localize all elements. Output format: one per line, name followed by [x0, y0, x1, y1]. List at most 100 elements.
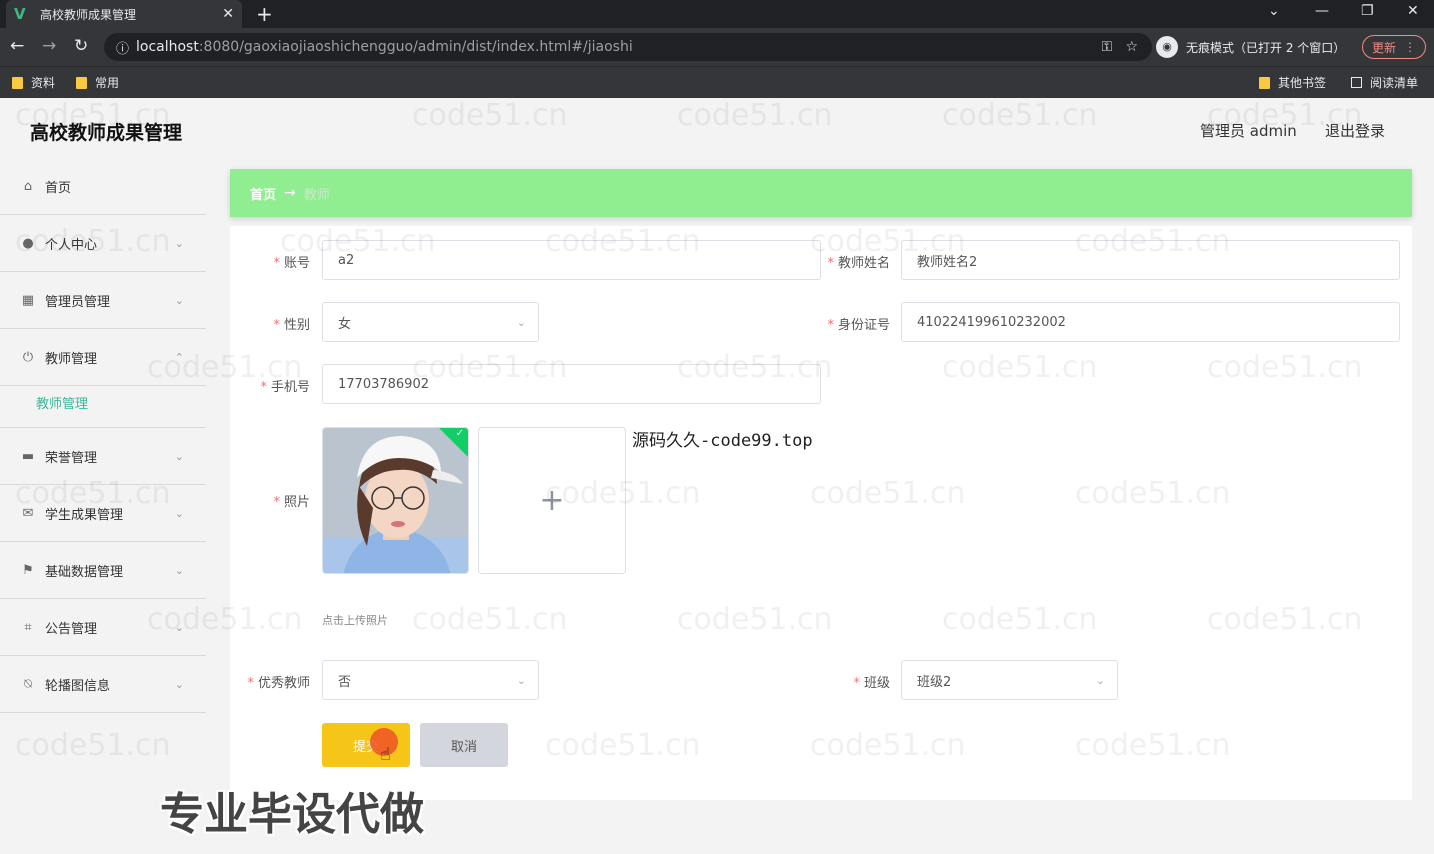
sidebar-item-label: 公告管理 — [45, 621, 98, 637]
sidebar-item-home[interactable]: ⌂ 首页 — [0, 158, 206, 215]
gender-value: 女 — [338, 316, 352, 332]
id-card-field[interactable]: 410224199610232002 — [901, 302, 1400, 342]
gender-select[interactable]: 女 ⌄ — [322, 302, 539, 342]
url-path: :8080/gaoxiaojiaoshichengguo/admin/dist/… — [198, 39, 633, 55]
id-card-label: * 身份证号 — [827, 318, 890, 333]
app-page: 高校教师成果管理 管理员 admin 退出登录 ⌂ 首页 ● 个人中心 ⌄ ▦ … — [0, 98, 1434, 854]
phone-label: * 手机号 — [260, 380, 310, 395]
home-icon: ⌂ — [23, 178, 33, 194]
mail-icon: ✉ — [22, 505, 34, 521]
reload-icon[interactable]: ↻ — [74, 36, 88, 56]
promo-overlay-text: 专业毕设代做 — [160, 789, 424, 840]
update-button[interactable]: 更新 ⋮ — [1362, 35, 1426, 59]
sidebar-item-label: 学生成果管理 — [45, 507, 124, 523]
upload-photo-button[interactable]: + — [478, 427, 626, 574]
breadcrumb: 首页 → 教师 — [230, 169, 1412, 217]
chevron-down-icon: ⌄ — [516, 315, 526, 329]
tab-close-icon[interactable]: ✕ — [222, 6, 234, 22]
sidebar-item-label: 管理员管理 — [45, 294, 111, 310]
incognito-indicator[interactable]: ◉ 无痕模式（已打开 2 个窗口） — [1156, 34, 1345, 60]
vue-logo-icon: V — [14, 5, 26, 23]
bookmark-label: 常用 — [95, 76, 120, 90]
back-icon[interactable]: ← — [10, 36, 24, 56]
breadcrumb-current: 教师 — [303, 187, 330, 203]
admin-name: 管理员 admin — [1200, 122, 1297, 140]
new-tab-button[interactable]: + — [256, 2, 273, 26]
class-select[interactable]: 班级2 ⌄ — [901, 660, 1118, 700]
hand-cursor-icon: ☝ — [380, 744, 391, 765]
photo-label: * 照片 — [273, 495, 310, 510]
sidebar-item-label: 荣誉管理 — [45, 450, 98, 466]
teacher-name-field[interactable]: 教师姓名2 — [901, 240, 1400, 280]
incognito-label: 无痕模式（已打开 2 个窗口） — [1186, 40, 1346, 55]
reading-list[interactable]: 阅读清单 — [1351, 74, 1418, 91]
chevron-down-icon: ⌄ — [174, 236, 184, 250]
folder-icon — [76, 76, 87, 89]
minimize-icon[interactable]: — — [1315, 3, 1329, 19]
cancel-button[interactable]: 取消 — [420, 723, 508, 767]
forward-icon[interactable]: → — [42, 36, 56, 56]
sidebar-item-base-data[interactable]: ⚑ 基础数据管理 ⌄ — [0, 542, 206, 599]
podium-icon: ▬ — [21, 448, 35, 464]
grid-icon: ▦ — [21, 292, 35, 308]
address-bar[interactable]: ⓘ localhost :8080/gaoxiaojiaoshichengguo… — [104, 33, 1152, 61]
tab-search-icon[interactable]: ⌄ — [1268, 3, 1280, 19]
app-title: 高校教师成果管理 — [30, 122, 183, 144]
watermark: code51.cn — [677, 98, 833, 133]
sidebar: ⌂ 首页 ● 个人中心 ⌄ ▦ 管理员管理 ⌄ ⏻ 教师管理 ⌃ 教师管理 ▬ … — [0, 158, 206, 713]
tab-title: 高校教师成果管理 — [40, 7, 137, 22]
folder-icon — [1259, 76, 1270, 89]
folder-icon — [12, 76, 23, 89]
crop-icon: ⌗ — [24, 619, 32, 635]
update-label: 更新 — [1371, 40, 1396, 55]
excellent-label: * 优秀教师 — [247, 676, 310, 691]
chevron-up-icon: ⌃ — [174, 350, 184, 364]
bookmark-folder[interactable]: 常用 — [76, 74, 119, 91]
sidebar-item-honors[interactable]: ▬ 荣誉管理 ⌄ — [0, 428, 206, 485]
teacher-name-label: * 教师姓名 — [827, 256, 890, 271]
watermark: code51.cn — [15, 728, 171, 763]
chevron-down-icon: ⌄ — [516, 673, 526, 687]
watermark: code51.cn — [942, 98, 1098, 133]
sidebar-item-carousel[interactable]: ⍉ 轮播图信息 ⌄ — [0, 656, 206, 713]
reading-list-label: 阅读清单 — [1370, 76, 1419, 90]
logout-button[interactable]: 退出登录 — [1325, 120, 1385, 141]
phone-field[interactable]: 17703786902 — [322, 364, 821, 404]
flag-icon: ⚑ — [22, 562, 34, 578]
chevron-down-icon: ⌄ — [174, 563, 184, 577]
arrow-right-icon: → — [284, 185, 296, 201]
chevron-down-icon: ⌄ — [174, 449, 184, 463]
browser-toolbar: ← → ↻ ⓘ localhost :8080/gaoxiaojiaoshich… — [0, 28, 1434, 66]
sidebar-item-notices[interactable]: ⌗ 公告管理 ⌄ — [0, 599, 206, 656]
browser-tab[interactable]: V 高校教师成果管理 ✕ — [6, 0, 242, 28]
sidebar-item-teachers[interactable]: ⏻ 教师管理 ⌃ — [0, 329, 206, 386]
user-icon: ● — [22, 235, 34, 251]
plus-icon: + — [539, 483, 565, 518]
sidebar-item-label: 个人中心 — [45, 237, 98, 253]
power-icon: ⏻ — [22, 349, 34, 365]
class-value: 班级2 — [917, 674, 952, 690]
portrait-image — [323, 428, 468, 573]
teacher-form: * 账号 a2 * 教师姓名 教师姓名2 * 性别 女 ⌄ * 身份证号 4102241… — [230, 226, 1412, 800]
sidebar-item-student-results[interactable]: ✉ 学生成果管理 ⌄ — [0, 485, 206, 542]
account-field[interactable]: a2 — [322, 240, 821, 280]
close-window-icon[interactable]: ✕ — [1407, 3, 1419, 19]
bookmarks-bar: 资料 常用 其他书签 阅读清单 — [0, 66, 1434, 98]
excellent-select[interactable]: 否 ⌄ — [322, 660, 539, 700]
other-bookmarks-label: 其他书签 — [1278, 76, 1327, 90]
sidebar-item-admins[interactable]: ▦ 管理员管理 ⌄ — [0, 272, 206, 329]
teacher-photo[interactable]: ✓ — [322, 427, 469, 574]
breadcrumb-home[interactable]: 首页 — [250, 184, 276, 203]
restore-icon[interactable]: ❐ — [1361, 3, 1374, 19]
chevron-down-icon: ⌄ — [174, 620, 184, 634]
key-and-star-icons[interactable]: ⚿ ☆ — [1101, 39, 1138, 55]
excellent-value: 否 — [338, 674, 352, 690]
other-bookmarks[interactable]: 其他书签 — [1259, 74, 1326, 91]
class-label: * 班级 — [853, 676, 890, 691]
sidebar-item-profile[interactable]: ● 个人中心 ⌄ — [0, 215, 206, 272]
site-info-icon[interactable]: ⓘ — [116, 38, 136, 57]
gender-label: * 性别 — [273, 318, 310, 333]
url-host: localhost — [136, 39, 199, 55]
bookmark-folder[interactable]: 资料 — [12, 74, 55, 91]
reading-list-icon — [1351, 77, 1362, 88]
